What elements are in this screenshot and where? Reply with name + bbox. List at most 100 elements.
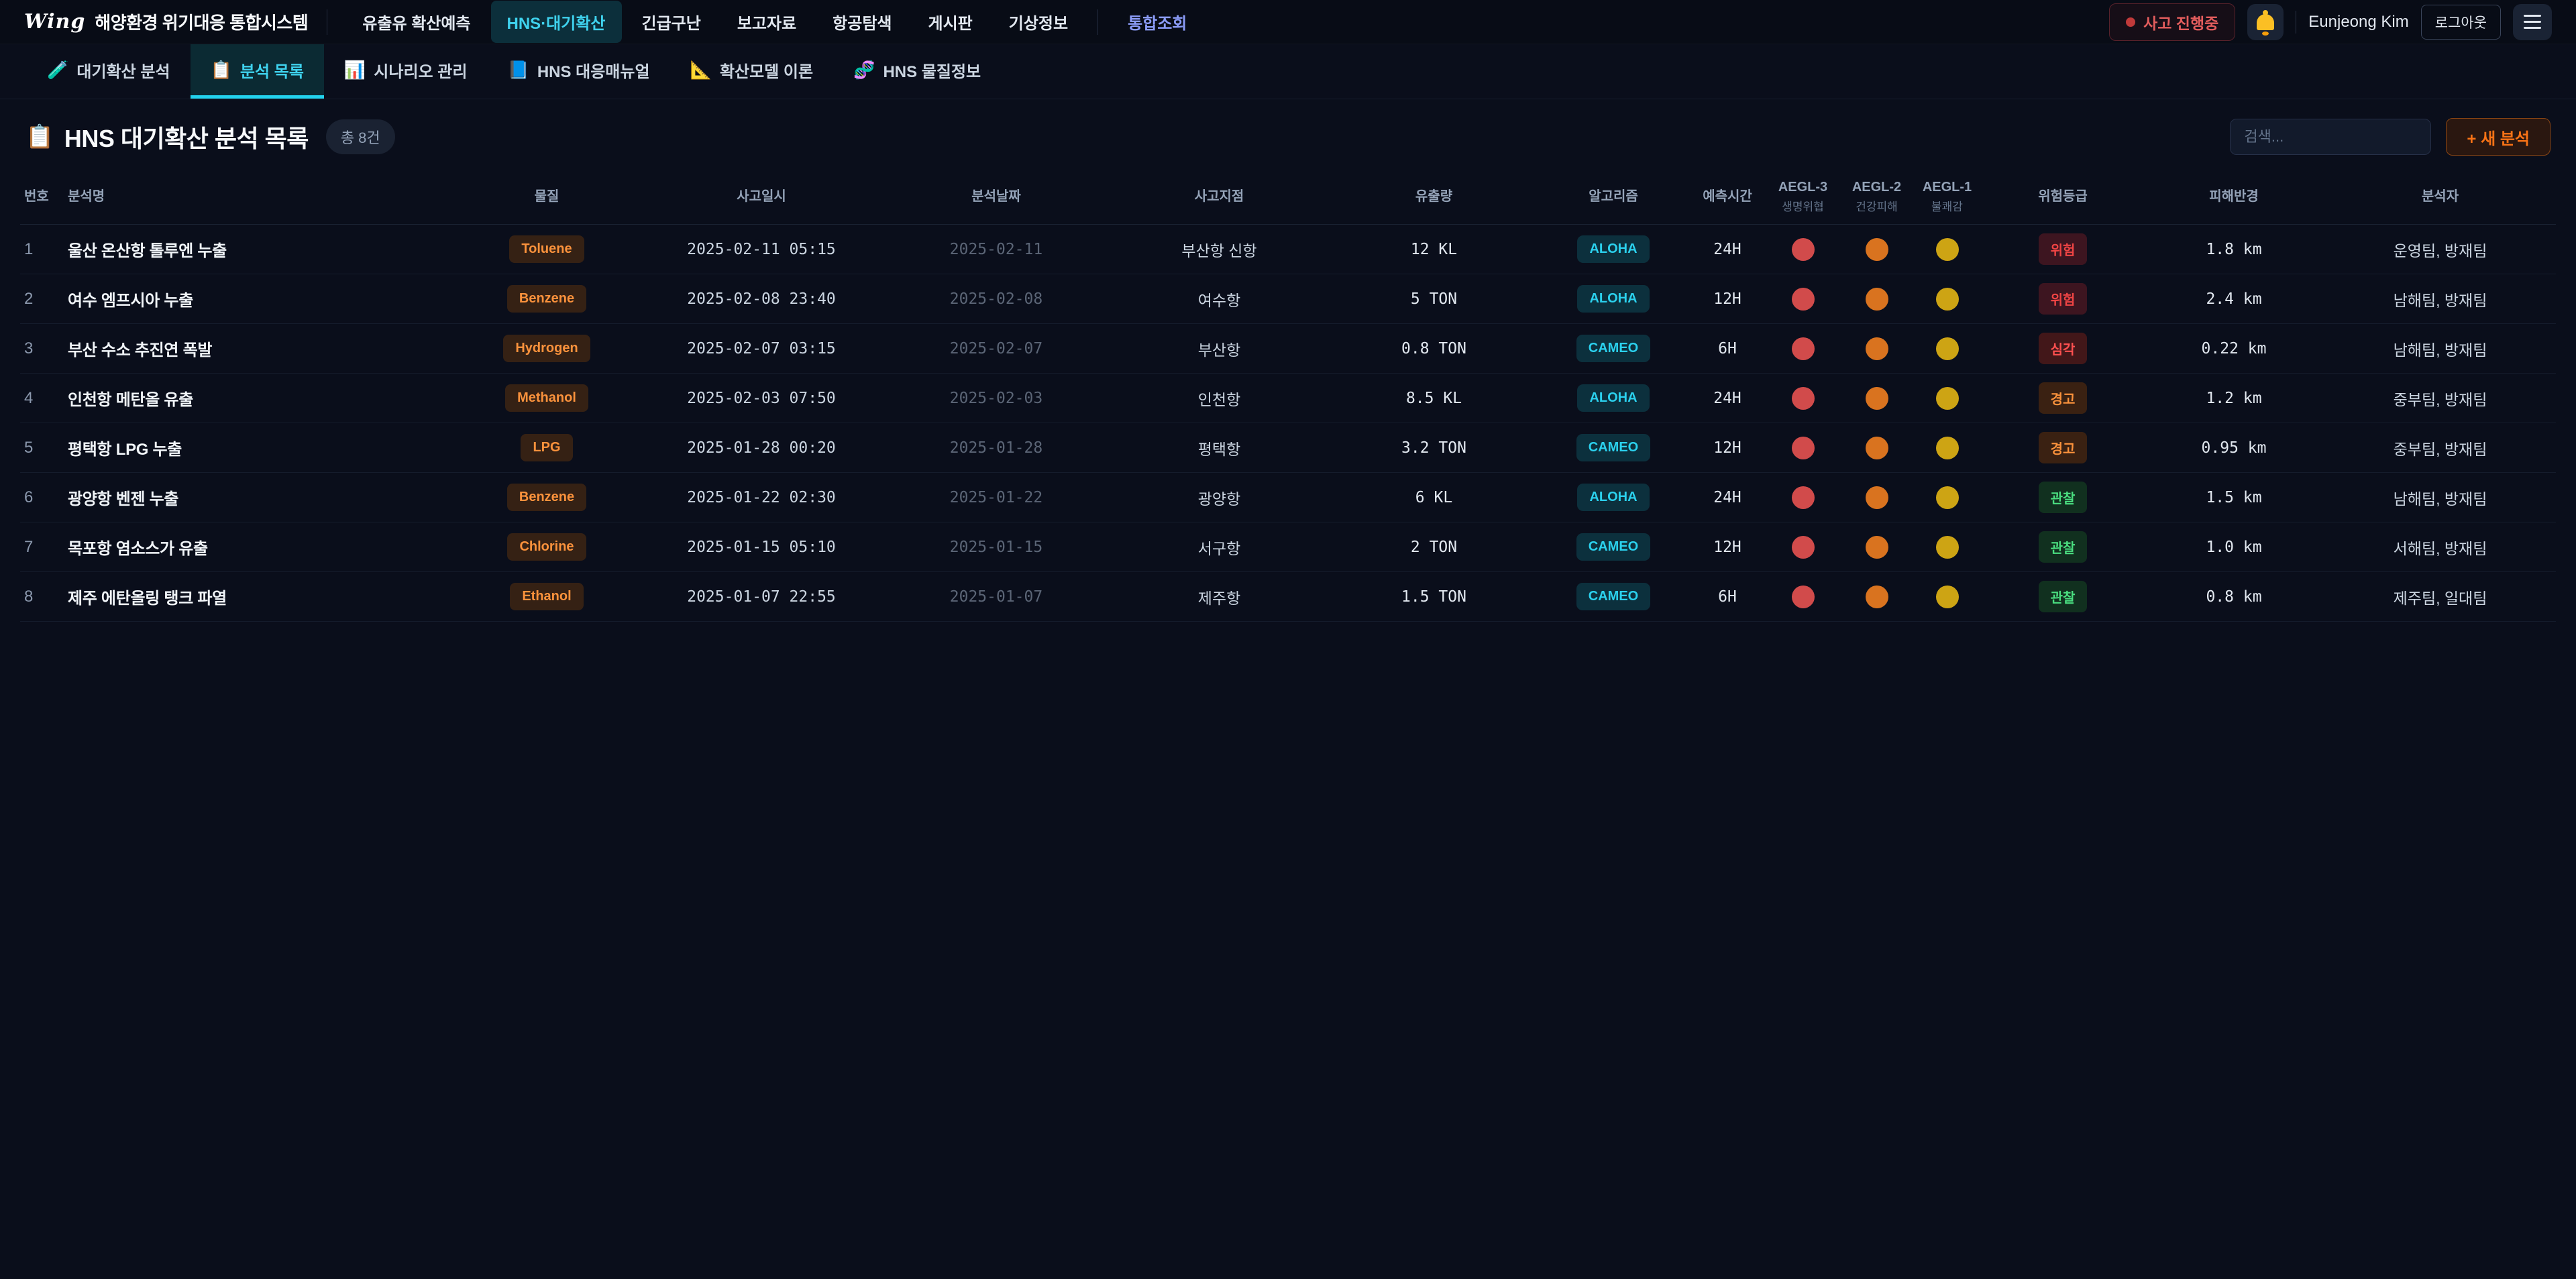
nav-item-7[interactable]: 통합조회 (1112, 1, 1203, 43)
risk-cell: 위험 (1982, 233, 2143, 265)
aegl-1-indicator (1936, 288, 1959, 311)
nav-item-1[interactable]: HNS·대기확산 (491, 1, 622, 43)
blue-book-icon: 📘 (507, 60, 529, 80)
column-header-label: 알고리즘 (1589, 189, 1638, 204)
column-header-0: 번호 (20, 188, 64, 205)
spill-amount: 2 TON (1332, 539, 1536, 556)
substance-badge: Methanol (505, 384, 588, 412)
incident-datetime: 2025-02-08 23:40 (637, 290, 885, 308)
analysis-name: 평택항 LPG 누출 (64, 436, 456, 459)
algorithm-badge: CAMEO (1576, 335, 1650, 362)
nav-item-5[interactable]: 게시판 (912, 1, 988, 43)
aegl-2-indicator (1866, 486, 1888, 509)
row-number: 1 (20, 240, 64, 259)
table-row[interactable]: 8제주 에탄올링 탱크 파열Ethanol2025-01-07 22:55202… (20, 572, 2556, 622)
triangle-ruler-icon: 📐 (690, 60, 712, 80)
aegl-2-indicator (1866, 288, 1888, 311)
search-input[interactable] (2230, 119, 2431, 155)
logout-button[interactable]: 로그아웃 (2421, 5, 2501, 40)
algorithm-cell: CAMEO (1536, 583, 1690, 610)
analysis-date: 2025-01-15 (885, 539, 1107, 556)
aegl-3-indicator (1792, 337, 1815, 360)
aegl-2-indicator (1866, 536, 1888, 559)
nav-divider (1097, 9, 1098, 35)
column-header-label: 피해반경 (2209, 189, 2259, 204)
risk-grade-badge: 관찰 (2039, 482, 2088, 513)
aegl-1-indicator-cell (1912, 238, 1982, 261)
risk-grade-badge: 심각 (2039, 333, 2088, 364)
aegl-1-indicator-cell (1912, 337, 1982, 360)
nav-item-0[interactable]: 유출유 확산예측 (346, 1, 486, 43)
tab-5[interactable]: 🧬HNS 물질정보 (833, 44, 1001, 99)
page-title: 📋 HNS 대기확산 분석 목록 (25, 119, 309, 154)
incident-location: 부산항 (1107, 337, 1332, 360)
algorithm-badge: ALOHA (1577, 384, 1649, 412)
notifications-button[interactable] (2247, 4, 2284, 40)
substance-cell: Toluene (456, 235, 637, 263)
column-header-label: AEGL-2 (1852, 180, 1901, 194)
sub-tabbar: 🧪 대기확산 분석 📋분석 목록📊시나리오 관리📘HNS 대응매뉴얼📐확산모델 이론… (0, 44, 2576, 99)
aegl-2-indicator-cell (1841, 288, 1912, 311)
column-header-9: AEGL-3생명위협 (1764, 178, 1841, 215)
column-header-7: 알고리즘 (1536, 188, 1690, 205)
column-header-label: 번호 (24, 189, 49, 204)
aegl-2-indicator-cell (1841, 486, 1912, 509)
algorithm-badge: ALOHA (1577, 484, 1649, 511)
column-header-label: 사고일시 (737, 189, 786, 204)
user-name: Eunjeong Kim (2308, 13, 2408, 32)
aegl-3-indicator (1792, 536, 1815, 559)
row-number: 8 (20, 588, 64, 606)
app-title: 해양환경 위기대응 통합시스템 (95, 9, 308, 34)
substance-badge: Hydrogen (503, 335, 590, 362)
incident-datetime: 2025-02-07 03:15 (637, 340, 885, 357)
table-row[interactable]: 1울산 온산항 톨루엔 누출Toluene2025-02-11 05:15202… (20, 225, 2556, 274)
row-number: 7 (20, 538, 64, 557)
aegl-3-indicator (1792, 288, 1815, 311)
clipboard-icon: 📋 (25, 123, 54, 150)
column-header-14: 분석자 (2324, 188, 2556, 205)
nav-item-4[interactable]: 항공탐색 (816, 1, 908, 43)
column-header-label: 예측시간 (1703, 189, 1752, 204)
new-analysis-button[interactable]: + 새 분석 (2446, 118, 2551, 156)
tab-label: 대기확산 분석 (76, 58, 170, 82)
tab-2[interactable]: 📊시나리오 관리 (324, 44, 488, 99)
table-row[interactable]: 4인천항 메탄올 유출Methanol2025-02-03 07:502025-… (20, 374, 2556, 423)
nav-item-2[interactable]: 긴급구난 (626, 1, 717, 43)
aegl-2-indicator (1866, 437, 1888, 459)
tab-1[interactable]: 📋분석 목록 (191, 44, 324, 99)
table-row[interactable]: 7목포항 염소스가 유출Chlorine2025-01-15 05:102025… (20, 522, 2556, 572)
algorithm-cell: ALOHA (1536, 235, 1690, 263)
app-logo: Wing (24, 10, 85, 34)
table-row[interactable]: 5평택항 LPG 누출LPG2025-01-28 00:202025-01-28… (20, 423, 2556, 473)
column-header-11: AEGL-1불쾌감 (1912, 178, 1982, 215)
damage-radius: 0.8 km (2143, 588, 2324, 606)
aegl-1-indicator-cell (1912, 536, 1982, 559)
test-tube-icon: 🧪 (47, 60, 68, 80)
aegl-1-indicator (1936, 238, 1959, 261)
substance-badge: Benzene (507, 285, 586, 313)
tab-3[interactable]: 📘HNS 대응매뉴얼 (487, 44, 669, 99)
aegl-3-indicator-cell (1764, 288, 1841, 311)
substance-badge: Ethanol (510, 583, 583, 610)
nav-item-6[interactable]: 기상정보 (993, 1, 1084, 43)
hamburger-menu-button[interactable] (2513, 4, 2552, 40)
table-row[interactable]: 6광양항 벤젠 누출Benzene2025-01-22 02:302025-01… (20, 473, 2556, 522)
column-header-2: 물질 (456, 188, 637, 205)
tab-4[interactable]: 📐확산모델 이론 (670, 44, 834, 99)
table-row[interactable]: 3부산 수소 추진연 폭발Hydrogen2025-02-07 03:15202… (20, 324, 2556, 374)
incident-datetime: 2025-01-07 22:55 (637, 588, 885, 606)
spill-amount: 3.2 TON (1332, 439, 1536, 457)
substance-badge: Benzene (507, 484, 586, 511)
incident-status-badge: 사고 진행중 (2109, 3, 2235, 41)
aegl-3-indicator (1792, 486, 1815, 509)
aegl-1-indicator (1936, 586, 1959, 608)
analysis-date: 2025-01-22 (885, 489, 1107, 506)
substance-cell: Chlorine (456, 533, 637, 561)
topbar-right: 사고 진행중 Eunjeong Kim 로그아웃 (2109, 3, 2552, 41)
table-row[interactable]: 2여수 엠프시아 누출Benzene2025-02-08 23:402025-0… (20, 274, 2556, 324)
aegl-2-indicator-cell (1841, 536, 1912, 559)
incident-location: 인천항 (1107, 387, 1332, 410)
nav-item-3[interactable]: 보고자료 (721, 1, 812, 43)
page-head: 📋 HNS 대기확산 분석 목록 총 8건 + 새 분석 (20, 117, 2556, 157)
tab-0[interactable]: 🧪 대기확산 분석 (27, 44, 191, 99)
